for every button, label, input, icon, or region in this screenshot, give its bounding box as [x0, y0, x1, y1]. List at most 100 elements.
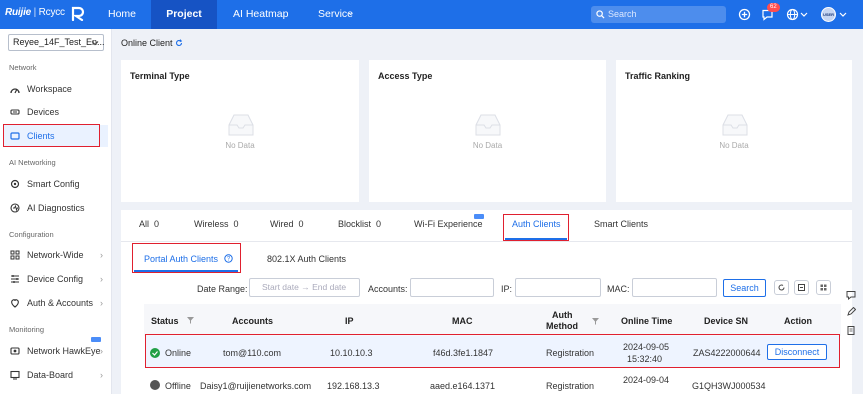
search-icon [596, 10, 605, 19]
subtab-8021x-auth[interactable]: 802.1X Auth Clients [267, 254, 346, 264]
empty-inbox-icon [228, 114, 254, 136]
network-wide-icon [10, 250, 20, 260]
brand-subname: Rcycc [38, 7, 65, 18]
column-header-device-sn: Device SN [704, 316, 749, 326]
tab-wifi-experience[interactable]: Wi-Fi Experience [414, 219, 483, 229]
tab-count: 0 [233, 219, 239, 229]
add-circle-icon[interactable] [738, 8, 751, 21]
sidebar-item-label: Workspace [27, 84, 72, 94]
filter-icon[interactable] [187, 317, 195, 324]
nav-home[interactable]: Home [108, 0, 138, 29]
accounts-label: Accounts: [368, 284, 408, 294]
tab-smart-clients[interactable]: Smart Clients [594, 219, 648, 229]
chevron-down-icon [91, 41, 99, 46]
page-title: Online Client [121, 38, 183, 48]
date-range-picker[interactable]: Start date → End date [249, 278, 360, 297]
brand-separator: | [33, 7, 37, 18]
column-header-online-time: Online Time [621, 316, 673, 326]
tab-wired[interactable]: Wired 0 [270, 219, 304, 229]
sidebar-section-monitoring: Monitoring [9, 325, 45, 334]
brand-mark-icon [71, 6, 85, 21]
global-search-input[interactable]: Search [591, 6, 726, 23]
traffic-ranking-card: Traffic Ranking No Data [616, 60, 852, 202]
tab-all[interactable]: All 0 [139, 219, 159, 229]
mac-cell: aaed.e164.1371 [430, 381, 496, 391]
terminal-type-card: Terminal Type No Data [121, 60, 359, 202]
feedback-icon[interactable] [846, 290, 856, 300]
date-range-label: Date Range: [197, 284, 248, 294]
clipboard-icon[interactable] [846, 325, 856, 335]
device-sn-cell: G1QH3WJ000534 [692, 381, 766, 391]
online-date-cell: 2024-09-04 [623, 375, 670, 385]
sidebar-item-network-wide[interactable]: Network-Wide › [4, 244, 108, 266]
offline-status-icon [150, 380, 160, 390]
sidebar-item-device-config[interactable]: Device Config › [4, 268, 108, 290]
refresh-icon [778, 284, 785, 291]
mac-label: MAC: [607, 284, 630, 294]
tab-label: Wireless [194, 219, 229, 229]
sidebar-item-label: Network-Wide [27, 250, 84, 260]
tab-wireless[interactable]: Wireless 0 [194, 219, 239, 229]
brand-name: Ruijie [5, 7, 32, 18]
nav-ai-heatmap[interactable]: AI Heatmap [233, 0, 293, 29]
sidebar-item-workspace[interactable]: Workspace [4, 78, 108, 100]
globe-icon[interactable] [786, 8, 799, 21]
highlight-box [3, 124, 100, 147]
tab-count: 0 [376, 219, 382, 229]
ip-label: IP: [501, 284, 513, 294]
chevron-down-icon[interactable] [800, 8, 808, 21]
user-avatar[interactable]: USER [821, 7, 836, 22]
empty-text: No Data [719, 141, 749, 150]
highlight-box [132, 243, 241, 273]
brand-logo[interactable]: Ruijie | Rcycc [5, 7, 65, 18]
column-header-ip: IP [345, 316, 354, 326]
sidebar-item-smart-config[interactable]: Smart Config [4, 173, 108, 195]
tab-label: Smart Clients [594, 219, 649, 229]
chevron-right-icon: › [100, 370, 103, 380]
search-button[interactable]: Search [723, 279, 766, 297]
card-title: Access Type [378, 71, 433, 81]
empty-text: No Data [472, 141, 503, 150]
subtab-label: 802.1X Auth Clients [267, 254, 347, 264]
tab-label: Wi-Fi Experience [414, 219, 483, 229]
export-button[interactable] [794, 280, 809, 295]
start-date-placeholder: Start date [262, 282, 299, 292]
new-badge [474, 214, 484, 219]
accounts-input[interactable] [410, 278, 494, 297]
sidebar-item-network-hawkeye[interactable]: Network HawkEye › [4, 340, 108, 362]
highlight-box [503, 214, 569, 241]
chevron-right-icon: › [100, 274, 103, 284]
tab-label: Wired [270, 219, 294, 229]
tab-label: All [139, 219, 150, 229]
export-icon [798, 284, 805, 291]
chevron-down-icon[interactable] [839, 8, 847, 21]
ip-cell: 192.168.13.3 [327, 381, 380, 391]
filter-icon[interactable] [592, 318, 599, 325]
sidebar-item-label: AI Diagnostics [27, 203, 85, 213]
edit-icon[interactable] [846, 307, 856, 317]
nav-project[interactable]: Project [151, 0, 217, 29]
sidebar-section-network: Network [9, 63, 37, 72]
sidebar-item-label: Devices [27, 107, 60, 117]
column-header-status: Status [151, 316, 195, 326]
sidebar-item-data-board[interactable]: Data-Board › [4, 364, 108, 386]
site-selector[interactable]: Reyee_14F_Test_En... [8, 34, 105, 51]
refresh-button[interactable] [774, 280, 789, 295]
access-type-card: Access Type No Data [369, 60, 606, 202]
column-header-action: Action [784, 316, 812, 326]
refresh-icon[interactable] [175, 39, 183, 47]
grid-icon [820, 284, 827, 291]
column-settings-button[interactable] [816, 280, 831, 295]
mac-input[interactable] [632, 278, 717, 297]
auth-accounts-icon [11, 299, 19, 308]
sidebar-item-auth-accounts[interactable]: Auth & Accounts › [4, 292, 108, 314]
notification-badge: 62 [767, 3, 780, 12]
chevron-down-icon[interactable]: ⌄ [347, 0, 355, 27]
sidebar-item-ai-diagnostics[interactable]: AI Diagnostics [4, 197, 108, 219]
sidebar-item-devices[interactable]: Devices [4, 101, 108, 123]
ip-input[interactable] [515, 278, 601, 297]
tab-blocklist[interactable]: Blocklist 0 [338, 219, 381, 229]
column-header-auth-method-line2: Method [546, 321, 578, 331]
tab-count: 0 [298, 219, 304, 229]
highlight-box [145, 334, 840, 368]
